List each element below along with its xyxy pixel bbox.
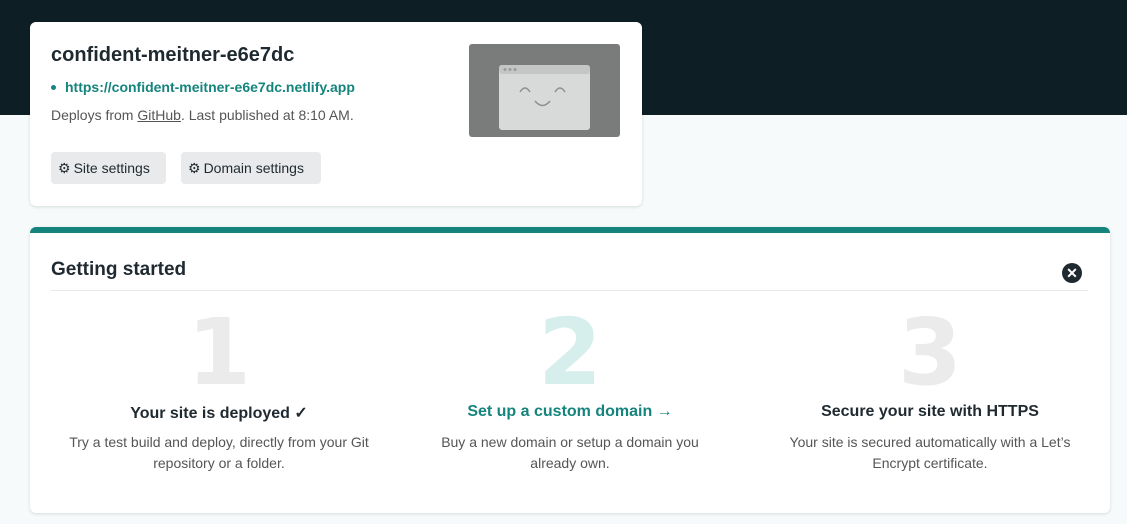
step-custom-domain: 2 Set up a custom domain → Buy a new dom… (410, 299, 730, 474)
domain-settings-button[interactable]: ⚙ Domain settings (181, 152, 321, 184)
close-icon[interactable]: ✕ (1062, 263, 1082, 283)
site-name: confident-meitner-e6e7dc (51, 44, 295, 66)
getting-started-card: Getting started ✕ 1 Your site is deploye… (30, 227, 1110, 513)
smiley-browser-icon (499, 65, 590, 130)
step-title: Secure your site with HTTPS (821, 403, 1039, 420)
divider (51, 290, 1088, 291)
site-url-text: https://confident-meitner-e6e7dc.netlify… (65, 79, 355, 95)
step-description: Buy a new domain or setup a domain you a… (441, 434, 699, 471)
step-number: 2 (537, 299, 602, 406)
deploy-info: Deploys from GitHub. Last published at 8… (51, 107, 354, 123)
site-settings-label: Site settings (73, 160, 150, 176)
custom-domain-link[interactable]: Set up a custom domain → (410, 403, 730, 423)
step-number: 3 (897, 299, 962, 406)
site-preview-thumbnail[interactable] (469, 44, 620, 137)
step-description: Your site is secured automatically with … (789, 434, 1071, 471)
status-dot (51, 84, 56, 90)
getting-started-title: Getting started (51, 259, 187, 280)
site-url-link[interactable]: https://confident-meitner-e6e7dc.netlify… (51, 79, 355, 95)
gear-icon: ⚙ (188, 160, 201, 176)
domain-settings-label: Domain settings (203, 160, 304, 176)
gear-icon: ⚙ (58, 160, 71, 176)
github-link[interactable]: GitHub (137, 107, 181, 123)
site-overview-card: confident-meitner-e6e7dc https://confide… (30, 22, 642, 206)
step-deploy: 1 Your site is deployed ✓ Try a test bui… (59, 299, 379, 474)
step-number: 1 (186, 299, 251, 406)
deploy-prefix: Deploys from (51, 107, 138, 123)
step-description: Try a test build and deploy, directly fr… (69, 434, 369, 471)
step-https: 3 Secure your site with HTTPS Your site … (770, 299, 1090, 474)
deploy-suffix: . Last published at 8:10 AM. (180, 107, 354, 123)
step-title: Your site is deployed ✓ (130, 405, 308, 422)
site-settings-button[interactable]: ⚙ Site settings (51, 152, 166, 184)
